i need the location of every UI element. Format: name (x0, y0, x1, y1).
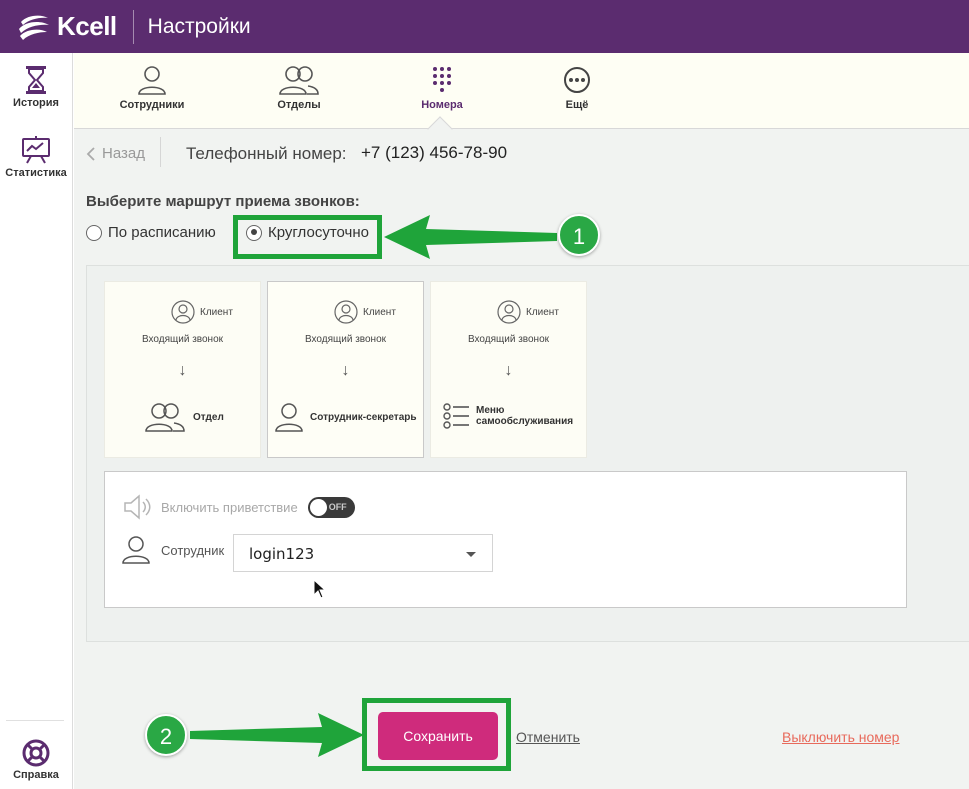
highlight-around-the-clock (233, 215, 382, 259)
step-badge-2: 2 (145, 714, 187, 756)
toggle-state: OFF (328, 501, 347, 512)
tab-numbers[interactable]: Номера (382, 65, 502, 111)
chevron-down-icon (466, 552, 476, 557)
route-card-secretary[interactable]: Клиент Входящий звонок ↓ Сотрудник-секре… (267, 281, 424, 458)
tab-label: Отделы (277, 99, 321, 111)
sidebar: История Статистика Справка (0, 53, 73, 789)
tab-label: Номера (421, 99, 463, 111)
page-title: Настройки (147, 14, 251, 38)
back-label: Назад (102, 145, 145, 162)
users-icon (279, 66, 319, 95)
cancel-link[interactable]: Отменить (516, 729, 580, 745)
user-icon (275, 403, 303, 432)
sidebar-item-label: История (13, 97, 59, 109)
step-badge-1: 1 (558, 214, 600, 256)
radio-label: По расписанию (108, 224, 216, 241)
back-button[interactable]: Назад (86, 145, 145, 162)
tab-departments[interactable]: Отделы (239, 65, 359, 111)
radio-schedule[interactable]: По расписанию (86, 224, 216, 241)
header-divider (132, 9, 134, 44)
tab-bar: Сотрудники Отделы Номера Ещё (74, 53, 969, 142)
phone-label: Телефонный номер: (186, 144, 347, 163)
employee-select-value: login123 (249, 545, 315, 563)
header-separator (160, 137, 161, 167)
employee-label: Сотрудник (161, 542, 225, 558)
destination-label: Отдел (193, 411, 224, 423)
incoming-call-label: Входящий звонок (141, 334, 224, 345)
client-icon (497, 300, 521, 324)
users-icon (145, 403, 185, 432)
sidebar-item-label: Справка (13, 769, 59, 781)
user-icon (138, 66, 166, 95)
secretary-settings: Включить приветствие OFF Сотрудник login… (104, 471, 907, 608)
chevron-left-icon (86, 146, 95, 161)
greeting-label: Включить приветствие (161, 499, 298, 515)
user-icon (122, 536, 150, 564)
chart-board-icon (22, 136, 50, 164)
brand[interactable]: Kcell (0, 0, 117, 53)
annotation-arrow-1-icon (384, 215, 557, 259)
toggle-knob (309, 498, 327, 516)
down-arrow-icon: ↓ (504, 362, 513, 379)
route-card-department[interactable]: Клиент Входящий звонок ↓ Отдел (104, 281, 261, 458)
sidebar-divider (6, 720, 64, 721)
incoming-call-label: Входящий звонок (467, 334, 550, 345)
route-title: Выберите маршрут приема звонков: (86, 193, 360, 210)
sidebar-item-statistics[interactable]: Статистика (0, 135, 72, 179)
tab-more[interactable]: Ещё (517, 65, 637, 111)
speaker-icon (124, 494, 151, 520)
tab-label: Ещё (565, 99, 589, 111)
client-text: Клиент (526, 306, 559, 318)
incoming-call-label: Входящий звонок (304, 334, 387, 345)
down-arrow-icon: ↓ (341, 362, 350, 379)
more-icon (564, 67, 590, 93)
sidebar-item-label: Статистика (5, 167, 67, 179)
number-header-row: Назад Телефонный номер: +7 (123) 456-78-… (74, 129, 969, 179)
highlight-save (362, 698, 511, 771)
sidebar-item-help[interactable]: Справка (0, 739, 72, 781)
employee-row: Сотрудник (121, 536, 224, 564)
hourglass-icon (26, 66, 46, 94)
client-text: Клиент (200, 306, 233, 318)
tab-label: Сотрудники (119, 99, 185, 111)
route-card-ivr-menu[interactable]: Клиент Входящий звонок ↓ Меню самообслуж… (430, 281, 587, 458)
keypad-icon (433, 67, 451, 92)
down-arrow-icon: ↓ (178, 362, 187, 379)
client-icon (171, 300, 195, 324)
client-label: Клиент (497, 300, 559, 324)
mouse-cursor-icon (313, 579, 327, 599)
phone-value: +7 (123) 456-78-90 (361, 143, 508, 162)
annotation-arrow-2-icon (190, 713, 364, 757)
destination: Меню самообслуживания (443, 402, 573, 430)
client-label: Клиент (334, 300, 396, 324)
sidebar-item-history[interactable]: История (0, 65, 72, 109)
brand-name: Kcell (57, 11, 117, 41)
destination-label-line2: самообслуживания (476, 416, 574, 427)
top-bar: Kcell Настройки (0, 0, 969, 53)
destination: Сотрудник-секретарь (273, 402, 417, 432)
main-content: Сотрудники Отделы Номера Ещё Назад Телеф… (74, 53, 969, 789)
destination-label: Сотрудник-секретарь (310, 411, 417, 423)
greeting-row: Включить приветствие OFF (123, 494, 355, 520)
greeting-toggle[interactable]: OFF (307, 496, 355, 518)
destination-label-line1: Меню (476, 405, 505, 416)
client-text: Клиент (363, 306, 396, 318)
radio-button[interactable] (86, 224, 102, 241)
lifebuoy-icon (22, 739, 50, 767)
tab-employees[interactable]: Сотрудники (92, 65, 212, 111)
destination: Отдел (143, 402, 224, 432)
disable-number-link[interactable]: Выключить номер (782, 729, 899, 745)
employee-select[interactable]: login123 (233, 534, 493, 572)
client-label: Клиент (171, 300, 233, 324)
client-icon (334, 300, 358, 324)
menu-list-icon (443, 403, 469, 429)
destination-label: Меню самообслуживания (476, 405, 573, 427)
kcell-logo-icon (19, 15, 49, 40)
